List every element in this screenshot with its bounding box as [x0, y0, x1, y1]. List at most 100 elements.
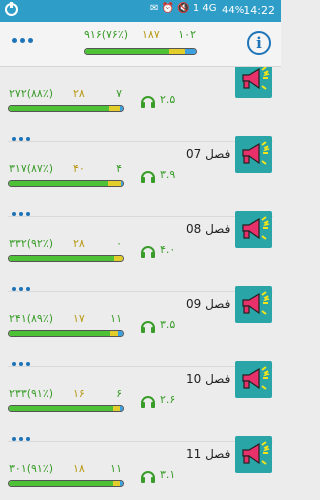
lesson-progress-bar — [8, 180, 124, 187]
remaining-count: ۶ — [116, 387, 122, 400]
correct-count: ۲۴۱(۸۹٪) — [9, 312, 54, 325]
progress-partial — [110, 331, 119, 336]
remaining-count: ۱۱ — [110, 462, 122, 475]
headphones-icon — [141, 96, 155, 108]
progress-correct — [9, 406, 113, 411]
audio-duration: ۳.۵ — [160, 318, 176, 331]
headphones-icon — [141, 396, 155, 408]
correct-count: ۳۳۲(۹۲٪) — [9, 237, 54, 250]
lesson-title: فصل 11 — [186, 447, 231, 461]
progress-remaining — [184, 49, 196, 54]
partial-count: ۱۶ — [73, 387, 85, 400]
lesson-title: فصل 08 — [186, 222, 231, 236]
total-correct: ۹۱۶(۷۶٪) — [84, 28, 129, 41]
remaining-count: ۴ — [116, 162, 122, 175]
lesson-progress-bar — [8, 105, 124, 112]
lesson-card[interactable]: فصل 11 ۳۰۱(۹۱٪) ۱۸ ۱۱ ۳.۱ — [0, 436, 281, 500]
lesson-card[interactable]: ۲۷۲(۸۸٪) ۲۸ ۷ ۲.۵ — [0, 67, 281, 142]
partial-count: ۱۷ — [73, 312, 85, 325]
app-header: ۹۱۶(۷۶٪) ۱۸۷ ۱۰۲ i — [0, 22, 281, 67]
progress-remaining — [120, 181, 123, 186]
progress-partial — [112, 406, 120, 411]
lesson-card[interactable]: فصل 09 ۲۴۱(۸۹٪) ۱۷ ۱۱ ۳.۵ — [0, 286, 281, 367]
more-dots-icon[interactable] — [12, 67, 30, 68]
megaphone-icon — [235, 286, 272, 323]
lesson-progress-bar — [8, 330, 124, 337]
progress-correct — [85, 49, 170, 54]
more-dots-icon[interactable] — [12, 287, 30, 293]
lesson-list: ۲۷۲(۸۸٪) ۲۸ ۷ ۲.۵ فصل 07 ۳۱۷(۸۷٪) ۴۰ ۴ ۳… — [0, 67, 281, 500]
correct-count: ۲۳۳(۹۱٪) — [9, 387, 54, 400]
headphones-icon — [141, 471, 155, 483]
megaphone-icon — [235, 361, 272, 398]
status-bar: ✉ ⏰ 🔇 1 4G 44% 14:22 — [0, 0, 281, 22]
more-dots-icon[interactable] — [12, 212, 30, 218]
progress-partial — [169, 49, 185, 54]
headphones-icon — [141, 321, 155, 333]
listen-button[interactable]: ۲.۵ — [140, 93, 180, 109]
lesson-stats: ۳۰۱(۹۱٪) ۱۸ ۱۱ — [9, 462, 122, 478]
more-dots-icon[interactable] — [12, 137, 30, 143]
lesson-stats: ۲۴۱(۸۹٪) ۱۷ ۱۱ — [9, 312, 122, 328]
progress-remaining — [118, 331, 123, 336]
audio-duration: ۳.۱ — [160, 468, 176, 481]
listen-button[interactable]: ۴.۰ — [140, 243, 180, 259]
clock: 14:22 — [243, 4, 275, 17]
lesson-progress-bar — [8, 255, 124, 262]
headphones-icon — [141, 171, 155, 183]
total-progress-bar — [84, 48, 197, 55]
info-icon[interactable]: i — [247, 31, 271, 55]
partial-count: ۲۸ — [73, 87, 85, 100]
progress-partial — [113, 256, 123, 261]
status-icons: ✉ ⏰ 🔇 1 4G — [150, 3, 217, 14]
megaphone-icon — [235, 436, 272, 473]
progress-remaining — [119, 481, 123, 486]
lesson-stats: ۲۳۳(۹۱٪) ۱۶ ۶ — [9, 387, 122, 403]
total-stats: ۹۱۶(۷۶٪) ۱۸۷ ۱۰۲ — [84, 28, 196, 44]
lesson-stats: ۳۳۲(۹۲٪) ۲۸ ۰ — [9, 237, 122, 253]
progress-correct — [9, 181, 109, 186]
progress-correct — [9, 331, 111, 336]
progress-partial — [109, 106, 120, 111]
partial-count: ۲۸ — [73, 237, 85, 250]
remaining-count: ۱۱ — [110, 312, 122, 325]
total-remaining: ۱۰۲ — [178, 28, 196, 41]
lesson-card[interactable]: فصل 08 ۳۳۲(۹۲٪) ۲۸ ۰ ۴.۰ — [0, 211, 281, 292]
listen-button[interactable]: ۲.۶ — [140, 393, 180, 409]
lesson-card[interactable]: فصل 07 ۳۱۷(۸۷٪) ۴۰ ۴ ۳.۹ — [0, 136, 281, 217]
audio-duration: ۴.۰ — [160, 243, 176, 256]
lesson-title: فصل 09 — [186, 297, 231, 311]
total-partial: ۱۸۷ — [142, 28, 160, 41]
megaphone-icon — [235, 67, 272, 98]
progress-partial — [108, 181, 121, 186]
audio-duration: ۲.۵ — [160, 93, 176, 106]
progress-correct — [9, 256, 114, 261]
lesson-card[interactable]: فصل 10 ۲۳۳(۹۱٪) ۱۶ ۶ ۲.۶ — [0, 361, 281, 442]
progress-correct — [9, 106, 110, 111]
progress-remaining — [119, 106, 123, 111]
listen-button[interactable]: ۳.۹ — [140, 168, 180, 184]
progress-remaining — [119, 406, 123, 411]
listen-button[interactable]: ۳.۵ — [140, 318, 180, 334]
more-dots-icon[interactable] — [12, 34, 34, 48]
more-dots-icon[interactable] — [12, 362, 30, 368]
lesson-stats: ۳۱۷(۸۷٪) ۴۰ ۴ — [9, 162, 122, 178]
remaining-count: ۷ — [116, 87, 122, 100]
headphones-icon — [141, 246, 155, 258]
power-icon — [5, 2, 18, 16]
correct-count: ۳۱۷(۸۷٪) — [9, 162, 54, 175]
correct-count: ۲۷۲(۸۸٪) — [9, 87, 54, 100]
lesson-progress-bar — [8, 405, 124, 412]
lesson-stats: ۲۷۲(۸۸٪) ۲۸ ۷ — [9, 87, 122, 103]
progress-partial — [112, 481, 120, 486]
lesson-title: فصل 10 — [186, 372, 231, 386]
listen-button[interactable]: ۳.۱ — [140, 468, 180, 484]
partial-count: ۱۸ — [73, 462, 85, 475]
partial-count: ۴۰ — [73, 162, 85, 175]
correct-count: ۳۰۱(۹۱٪) — [9, 462, 54, 475]
audio-duration: ۳.۹ — [160, 168, 176, 181]
more-dots-icon[interactable] — [12, 437, 30, 443]
megaphone-icon — [235, 136, 272, 173]
remaining-count: ۰ — [116, 237, 122, 250]
lesson-progress-bar — [8, 480, 124, 487]
